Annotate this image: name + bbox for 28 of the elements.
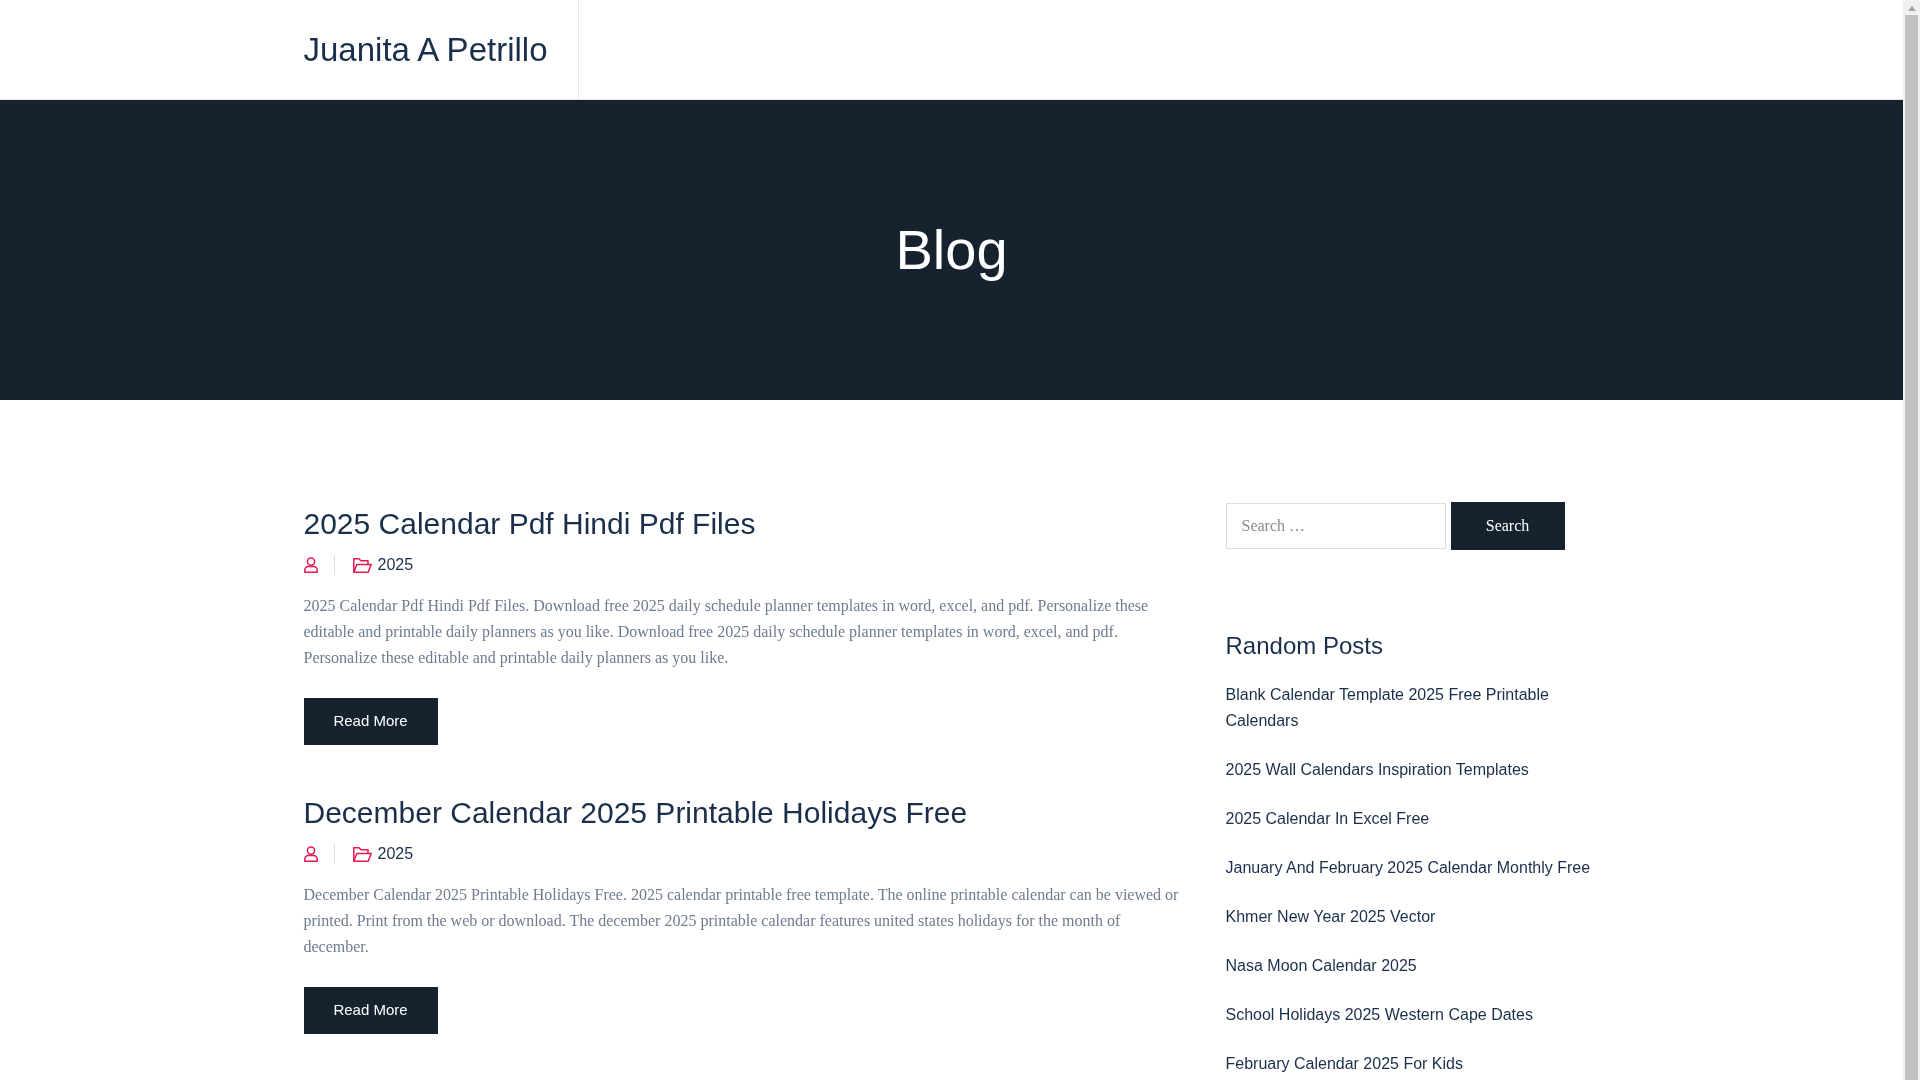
user-icon [303,557,318,573]
user-icon [303,846,318,862]
search-button[interactable]: Search [1450,502,1565,550]
post-excerpt: 2025 Calendar Pdf Hindi Pdf Files. Download free 2025 daily schedule planner templates in word, excel, and pdf. Personalize these editable and printable daily planners as you like. Download free 2025 daily schedule planner templates in word, excel, and pdf. Personalize these editable and printable daily planners as you like. [303,596,1150,669]
widget-title: Random Posts [1225,632,1384,661]
page-title: Blog [895,217,1008,284]
read-more-button[interactable]: Read More [303,698,438,745]
folder-icon [352,846,372,862]
scrollbar-thumb[interactable] [1905,15,1918,1080]
post-link[interactable]: February Calendar 2025 For Kids [1225,1050,1463,1077]
post-link[interactable]: 2025 Calendar In Excel Free [1225,805,1430,832]
post-link[interactable]: January And February 2025 Calendar Monthly Free [1225,854,1591,881]
post-link[interactable]: School Holidays 2025 Western Cape Dates [1225,1001,1533,1028]
post-title[interactable]: 2025 Calendar Pdf Hindi Pdf Files [303,506,756,542]
post-link[interactable]: Nasa Moon Calendar 2025 [1225,952,1417,979]
post-link[interactable]: Blank Calendar Template 2025 Free Printable Calendars [1225,681,1600,734]
read-more-button[interactable]: Read More [303,987,438,1034]
category-link[interactable]: 2025 [377,553,414,577]
scrollbar[interactable] [1903,0,1920,1080]
post-link[interactable]: Khmer New Year 2025 Vector [1225,903,1436,930]
folder-icon [352,557,372,573]
post-title[interactable]: December Calendar 2025 Printable Holidays Free [303,795,968,831]
category-link[interactable]: 2025 [377,842,414,866]
search-field[interactable]: Search … [1225,503,1446,549]
site-title[interactable]: Juanita A Petrillo [303,30,548,70]
post-excerpt: December Calendar 2025 Printable Holidays Free. 2025 calendar printable free template. The online printable calendar can be viewed or printed. Print from the web or download. The december 2025 printable calendar features united states holidays for the month of december. [303,885,1180,957]
arrow-up-icon[interactable] [1907,6,1916,11]
post-link[interactable]: 2025 Wall Calendars Inspiration Templates [1225,756,1529,783]
